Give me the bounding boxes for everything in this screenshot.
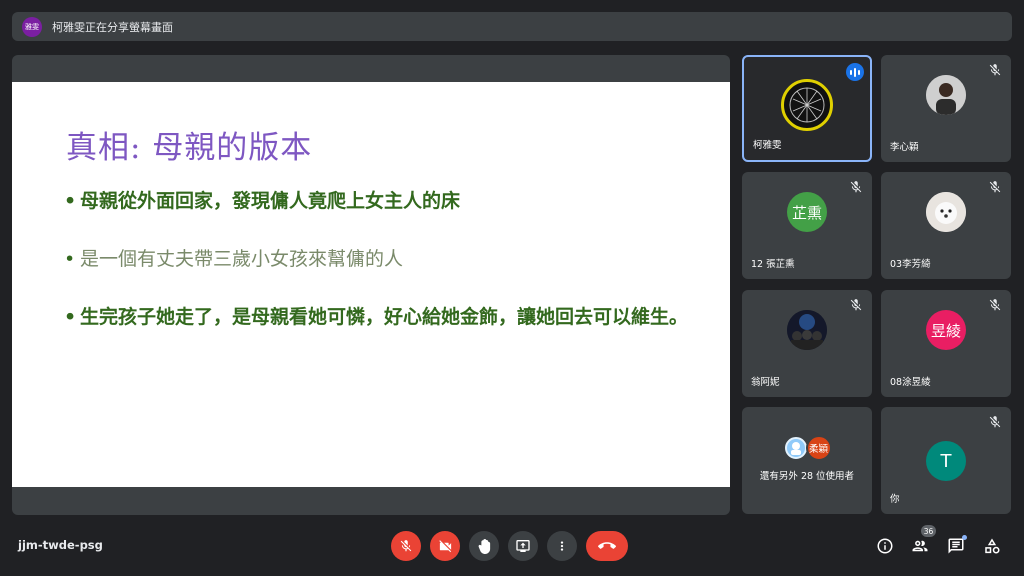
slide-bullet: 母親從外面回家，發現傭人竟爬上女主人的床 bbox=[64, 186, 704, 217]
participant-count-badge: 36 bbox=[921, 525, 936, 537]
raise-hand-icon bbox=[478, 538, 490, 554]
avatar: 芷熏 bbox=[787, 192, 827, 232]
leave-call-button[interactable] bbox=[586, 531, 628, 561]
participant-tile[interactable]: 03李芳綺 bbox=[881, 172, 1011, 279]
info-icon bbox=[877, 538, 893, 554]
participant-name: 李心穎 bbox=[890, 142, 919, 153]
participant-tile[interactable]: 翁阿妮 bbox=[742, 290, 872, 397]
screen-share-banner: 雅雯 柯雅雯正在分享螢幕畫面 bbox=[12, 12, 1012, 41]
slide-title: 真相: 母親的版本 bbox=[66, 130, 313, 166]
other-participants-label: 還有另外 28 位使用者 bbox=[759, 471, 855, 482]
raise-hand-button[interactable] bbox=[469, 531, 499, 561]
participant-name: 你 bbox=[890, 494, 900, 505]
avatar bbox=[787, 310, 827, 350]
avatar: T bbox=[926, 441, 966, 481]
avatar bbox=[782, 435, 809, 461]
avatar: 柔穎 bbox=[805, 435, 832, 461]
present-now-button[interactable] bbox=[508, 531, 538, 561]
participant-tile[interactable]: 李心穎 bbox=[881, 55, 1011, 162]
participant-name: 翁阿妮 bbox=[751, 377, 780, 388]
activities-button[interactable] bbox=[982, 536, 1002, 556]
participant-tile[interactable]: 芷熏 12 張芷熏 bbox=[742, 172, 872, 279]
call-end-icon bbox=[598, 542, 616, 549]
meeting-code: jjm-twde-psg bbox=[18, 538, 103, 552]
presenter-avatar: 雅雯 bbox=[22, 16, 42, 37]
slide-bullet: 是一個有丈夫帶三歲小女孩來幫傭的人 bbox=[64, 244, 704, 275]
avatar bbox=[926, 75, 966, 115]
screen-share-banner-text: 柯雅雯正在分享螢幕畫面 bbox=[52, 20, 173, 34]
mic-off-icon bbox=[989, 416, 1001, 428]
meeting-details-button[interactable] bbox=[875, 536, 895, 556]
slide-bullet-list: 母親從外面回家，發現傭人竟爬上女主人的床 是一個有丈夫帶三歲小女孩來幫傭的人 生… bbox=[64, 186, 704, 333]
mic-toggle-button[interactable] bbox=[391, 531, 421, 561]
presentation-stage[interactable]: 真相: 母親的版本 母親從外面回家，發現傭人竟爬上女主人的床 是一個有丈夫帶三歲… bbox=[12, 55, 730, 515]
more-vert-icon bbox=[560, 541, 564, 551]
show-everyone-button[interactable] bbox=[910, 536, 930, 556]
shared-slide: 真相: 母親的版本 母親從外面回家，發現傭人竟爬上女主人的床 是一個有丈夫帶三歲… bbox=[12, 82, 730, 487]
participant-tile[interactable]: 柯雅雯 bbox=[742, 55, 872, 162]
present-screen-icon bbox=[516, 540, 530, 552]
camera-toggle-button[interactable] bbox=[430, 531, 460, 561]
more-options-button[interactable] bbox=[547, 531, 577, 561]
participant-name: 柯雅雯 bbox=[753, 140, 782, 151]
people-icon bbox=[912, 540, 928, 552]
slide-bullet: 生完孩子她走了，是母親看她可憐，好心給她金飾，讓她回去可以維生。 bbox=[64, 302, 704, 333]
avatar: 昱綾 bbox=[926, 310, 966, 350]
chat-unread-indicator bbox=[962, 535, 967, 540]
participant-tile[interactable]: 昱綾 08涂昱綾 bbox=[881, 290, 1011, 397]
activities-icon bbox=[985, 538, 1000, 554]
mic-off-icon bbox=[400, 540, 412, 552]
participant-name: 12 張芷熏 bbox=[751, 259, 795, 270]
avatar bbox=[781, 79, 833, 131]
videocam-off-icon bbox=[438, 539, 451, 552]
participant-name: 03李芳綺 bbox=[890, 259, 931, 270]
participant-tile-self[interactable]: T 你 bbox=[881, 407, 1011, 514]
avatar bbox=[926, 192, 966, 232]
participant-name: 08涂昱綾 bbox=[890, 377, 931, 388]
other-participants-tile[interactable]: 柔穎 還有另外 28 位使用者 bbox=[742, 407, 872, 514]
